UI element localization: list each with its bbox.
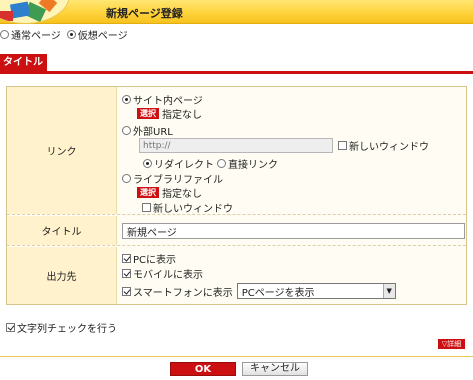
output-row: 出力先 PCに表示 モバイルに表示 スマートフォンに表示 PCページを表示 ▼ [7,247,466,304]
pc-display-checkbox[interactable] [122,254,131,263]
internal-page-value: 指定なし [162,110,202,121]
link-label: リンク [7,87,117,214]
title-row: タイトル [7,216,466,246]
page-title: 新規ページ登録 [106,7,183,20]
library-file-label: ライブラリファイル [133,175,223,186]
internal-page-label: サイト内ページ [133,96,203,107]
radio-virtual-page[interactable] [66,29,76,39]
cancel-button[interactable]: キャンセル [242,362,308,376]
redirect-label: リダイレクト [154,160,214,171]
tab-divider [0,71,473,74]
library-new-window-label: 新しいウィンドウ [153,204,233,215]
direct-link-label: 直接リンク [228,160,278,171]
select-library-file-button[interactable]: 選択 [137,187,159,198]
smartphone-display-label: スマートフォンに表示 [133,287,233,299]
detail-toggle-button[interactable]: ▽詳細 [438,339,465,349]
ok-button[interactable]: OK [170,362,236,376]
string-check-option: 文字列チェックを行う [6,320,117,335]
chevron-down-icon: ▼ [382,284,395,298]
external-new-window-label: 新しいウィンドウ [349,142,429,153]
smartphone-display-select-value: PCページを表示 [241,287,315,299]
radio-virtual-page-label: 仮想ページ [77,30,128,42]
smartphone-display-checkbox[interactable] [122,286,131,296]
radio-normal-page[interactable] [0,29,9,39]
smartphone-display-select[interactable]: PCページを表示 ▼ [236,283,396,299]
external-new-window-checkbox[interactable] [338,141,347,150]
mobile-display-checkbox[interactable] [122,269,131,278]
link-field: サイト内ページ 選択 指定なし 外部URL 新しいウィンドウ リダ [117,87,466,215]
logo [0,0,70,24]
page-type-virtual[interactable]: 仮想ページ [66,27,128,42]
select-internal-page-button[interactable]: 選択 [137,108,159,119]
page-type-selector: 通常ページ 仮想ページ [0,27,134,42]
output-field: PCに表示 モバイルに表示 スマートフォンに表示 PCページを表示 ▼ [117,247,466,304]
external-url-label: 外部URL [133,127,173,138]
title-label: タイトル [7,216,117,245]
page-form: リンク サイト内ページ 選択 指定なし 外部URL 新しいウィンドウ [6,86,467,305]
mobile-display-label: モバイルに表示 [133,270,203,281]
radio-external-url[interactable] [122,126,131,135]
pc-display-label: PCに表示 [133,255,177,266]
tab-title[interactable]: タイトル [0,54,47,72]
library-file-value: 指定なし [162,189,202,200]
string-check-checkbox[interactable] [6,322,15,332]
external-url-input[interactable] [139,138,333,153]
string-check-label: 文字列チェックを行う [17,323,117,335]
title-field [117,216,466,245]
radio-normal-page-label: 通常ページ [11,30,61,42]
radio-redirect[interactable] [143,159,152,168]
radio-direct-link[interactable] [217,159,226,168]
title-input[interactable] [122,223,465,239]
page-type-normal[interactable]: 通常ページ [0,27,61,42]
library-new-window-checkbox[interactable] [142,203,151,212]
output-label: 出力先 [7,247,117,304]
link-row: リンク サイト内ページ 選択 指定なし 外部URL 新しいウィンドウ [7,87,466,215]
footer-divider [0,356,473,357]
header-bar: 新規ページ登録 [0,0,473,24]
radio-internal-page[interactable] [122,95,131,104]
radio-library-file[interactable] [122,174,131,183]
